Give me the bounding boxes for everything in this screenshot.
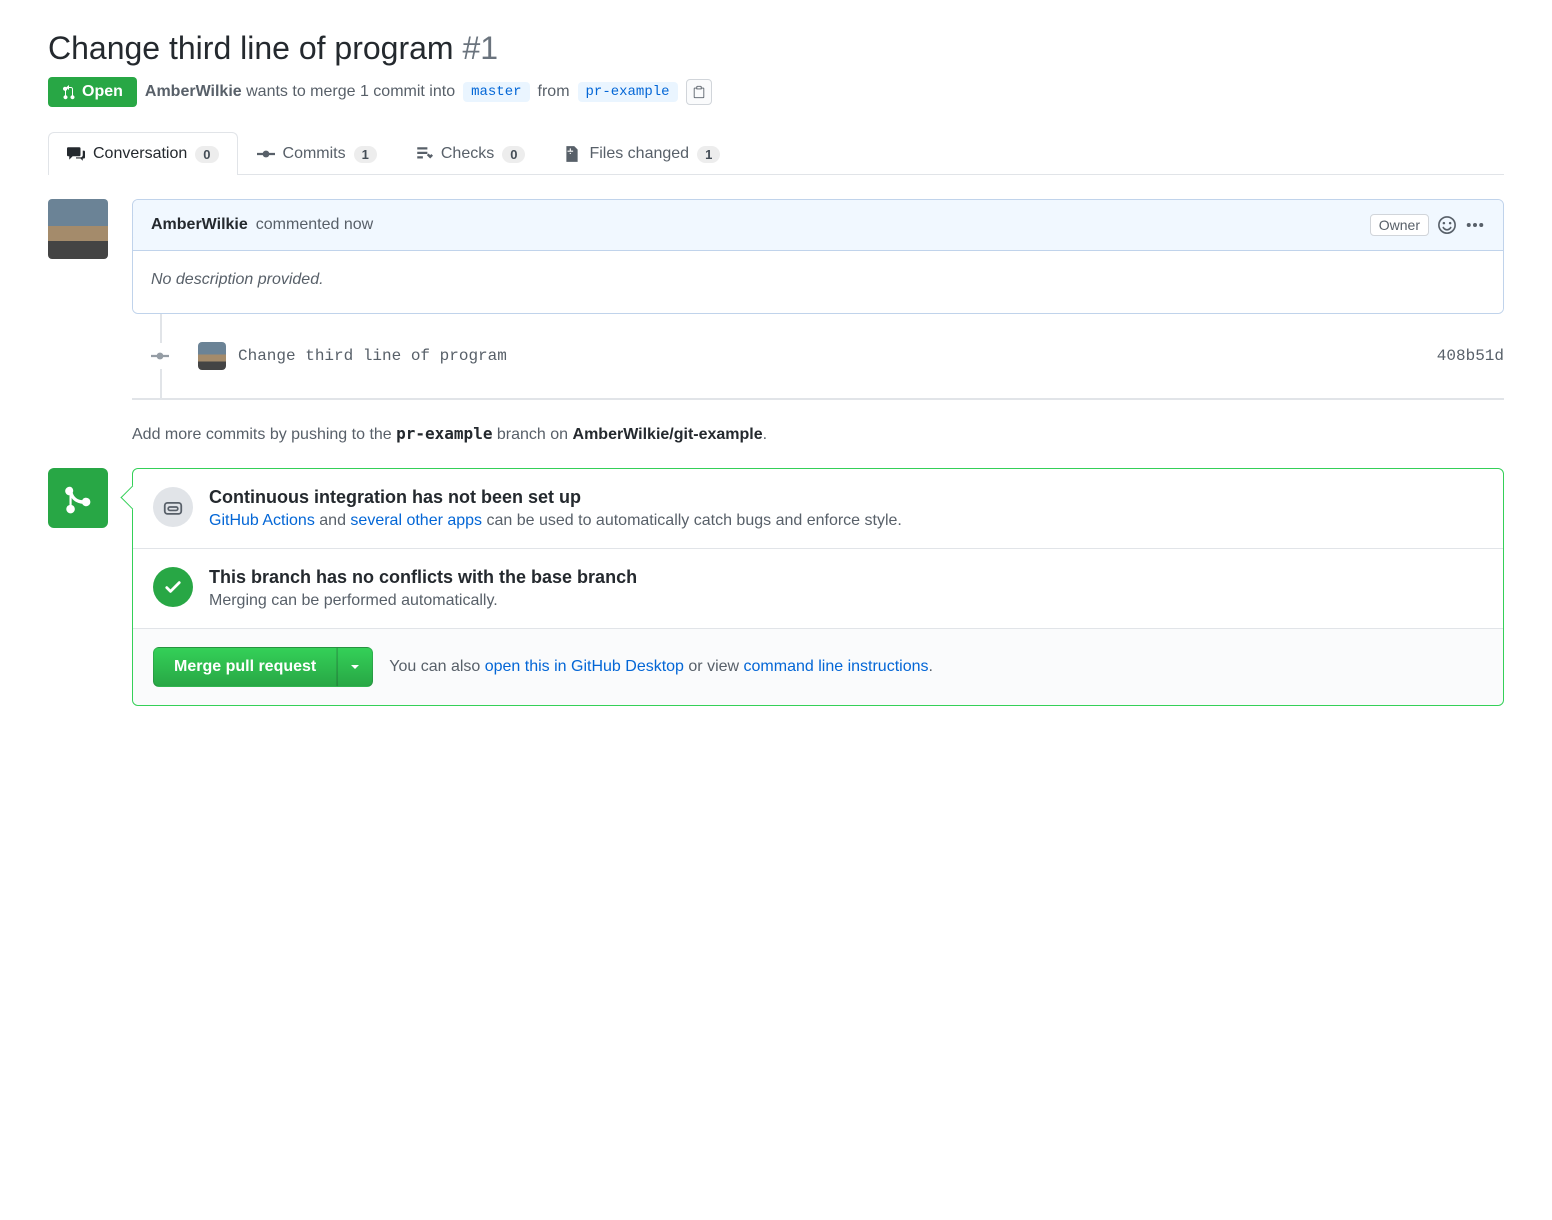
open-state-badge: Open [48, 77, 137, 107]
author-avatar[interactable] [48, 199, 108, 259]
git-pull-request-icon [62, 84, 78, 100]
open-state-text: Open [82, 83, 123, 101]
caret-down-icon [350, 662, 360, 672]
hubot-icon [162, 496, 184, 518]
merge-hint-mid: or view [684, 658, 744, 675]
comment-menu-button[interactable] [1465, 215, 1485, 235]
open-in-desktop-link[interactable]: open this in GitHub Desktop [485, 658, 684, 675]
merge-hint-suffix: . [929, 658, 933, 675]
tab-files-count: 1 [697, 146, 720, 163]
author-link[interactable]: AmberWilkie [145, 83, 242, 100]
ci-text2: can be used to automatically catch bugs … [482, 512, 902, 529]
opening-comment: AmberWilkie commented now Owner No descr… [132, 199, 1504, 314]
tab-commits[interactable]: Commits 1 [238, 132, 396, 175]
merge-text-1: wants to merge 1 commit into [246, 83, 455, 100]
push-hint-suffix: . [763, 426, 767, 443]
comment-author-link[interactable]: AmberWilkie [151, 216, 248, 234]
other-apps-link[interactable]: several other apps [350, 512, 482, 529]
tab-checks-label: Checks [441, 145, 494, 163]
git-commit-icon [257, 145, 275, 163]
merge-status-badge [48, 468, 108, 528]
github-actions-link[interactable]: GitHub Actions [209, 512, 315, 529]
commit-message-link[interactable]: Change third line of program [238, 347, 507, 365]
base-branch-chip[interactable]: master [463, 82, 529, 102]
push-hint: Add more commits by pushing to the pr-ex… [132, 400, 1504, 468]
no-conflict-icon [153, 567, 193, 607]
tab-conversation-count: 0 [195, 146, 218, 163]
comment-when: commented now [256, 216, 373, 234]
push-hint-middle: branch on [492, 426, 572, 443]
checklist-icon [415, 145, 433, 163]
git-commit-icon [151, 347, 169, 365]
tabnav: Conversation 0 Commits 1 Checks 0 Files … [48, 131, 1504, 175]
conflict-subtitle: Merging can be performed automatically. [209, 592, 637, 610]
tab-files-label: Files changed [589, 145, 689, 163]
smiley-icon [1437, 215, 1457, 235]
add-reaction-button[interactable] [1437, 215, 1457, 235]
thread-line: Change third line of program 408b51d [160, 314, 1504, 398]
push-hint-branch: pr-example [396, 424, 492, 443]
tab-commits-count: 1 [354, 146, 377, 163]
pr-title: Change third line of program #1 [48, 30, 1504, 67]
merge-panel: Continuous integration has not been set … [132, 468, 1504, 706]
file-diff-icon [563, 145, 581, 163]
conflict-section: This branch has no conflicts with the ba… [133, 549, 1503, 629]
push-hint-prefix: Add more commits by pushing to the [132, 426, 396, 443]
merge-hint-prefix: You can also [389, 658, 484, 675]
head-branch-chip[interactable]: pr-example [578, 82, 678, 102]
tab-files[interactable]: Files changed 1 [544, 132, 739, 175]
comment-discussion-icon [67, 145, 85, 163]
git-merge-icon [61, 481, 95, 515]
merge-row: Continuous integration has not been set … [48, 468, 1504, 706]
tab-commits-label: Commits [283, 145, 346, 163]
tab-checks[interactable]: Checks 0 [396, 132, 545, 175]
ci-text1: and [315, 512, 351, 529]
merge-pull-request-button[interactable]: Merge pull request [153, 647, 337, 687]
conflict-title: This branch has no conflicts with the ba… [209, 567, 637, 588]
commit-author-avatar[interactable] [198, 342, 226, 370]
merge-action-section: Merge pull request You can also open thi… [133, 629, 1503, 705]
ci-description: GitHub Actions and several other apps ca… [209, 512, 902, 530]
timeline: AmberWilkie commented now Owner No descr… [48, 199, 1504, 706]
push-hint-repo: AmberWilkie/git-example [573, 426, 763, 443]
command-line-link[interactable]: command line instructions [744, 658, 929, 675]
commit-row: Change third line of program 408b51d [162, 342, 1504, 370]
pr-title-text: Change third line of program [48, 30, 454, 66]
commit-sha-link[interactable]: 408b51d [1437, 347, 1504, 365]
pr-meta-row: Open AmberWilkie wants to merge 1 commit… [48, 77, 1504, 107]
ci-section: Continuous integration has not been set … [133, 469, 1503, 549]
tab-checks-count: 0 [502, 146, 525, 163]
comment-header: AmberWilkie commented now Owner [133, 200, 1503, 251]
pr-meta-text: AmberWilkie wants to merge 1 commit into [145, 83, 455, 101]
owner-badge: Owner [1370, 214, 1429, 236]
tab-conversation[interactable]: Conversation 0 [48, 132, 238, 175]
check-icon [163, 577, 183, 597]
clipboard-icon [692, 85, 706, 99]
kebab-icon [1465, 215, 1485, 235]
pr-header: Change third line of program #1 [48, 30, 1504, 67]
ci-title: Continuous integration has not been set … [209, 487, 902, 508]
tab-conversation-label: Conversation [93, 145, 187, 163]
ci-status-icon [153, 487, 193, 527]
merge-options-dropdown[interactable] [337, 647, 373, 687]
merge-hint: You can also open this in GitHub Desktop… [389, 658, 933, 676]
pr-number: #1 [462, 30, 498, 66]
merge-text-2: from [538, 83, 570, 101]
comment-body: No description provided. [133, 251, 1503, 313]
copy-branch-button[interactable] [686, 79, 712, 105]
